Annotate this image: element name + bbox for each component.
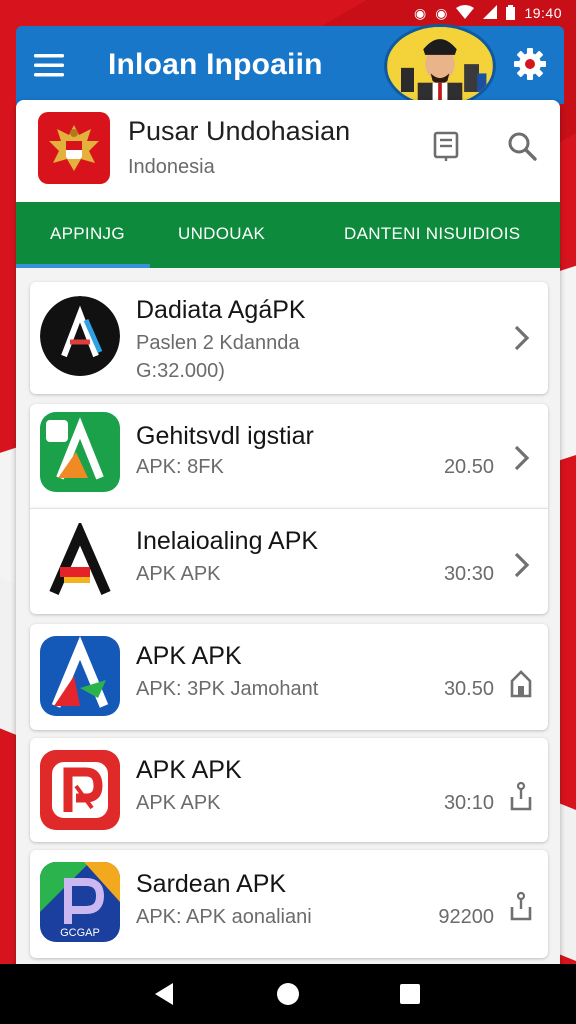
app-desc: APK: 8FK <box>136 456 224 478</box>
red-p-icon <box>40 750 120 830</box>
app-version: 30.50 <box>443 678 494 700</box>
list-item[interactable]: Gehitsvdl igstiar APK: 8FK 20.50 <box>30 404 548 508</box>
gear-icon[interactable] <box>506 40 554 88</box>
notification-icon: ◉ <box>435 5 448 21</box>
app-desc: APK: APK aonaliani <box>136 906 312 928</box>
app-name: Dadiata AgáPK <box>136 296 306 324</box>
tab-undouak[interactable]: UNDOUAK <box>178 224 265 244</box>
app-name: Gehitsvdl igstiar <box>136 422 314 450</box>
list-item[interactable]: APK APK APK: 3PK Jamohant 30.50 <box>30 624 548 730</box>
app-size: G:32.000) <box>136 360 225 382</box>
tab-indicator <box>16 264 150 268</box>
app-desc: Paslen 2 Kdannda <box>136 332 300 354</box>
chevron-right-icon[interactable] <box>506 547 536 583</box>
home-icon[interactable] <box>274 980 302 1008</box>
status-bar: ◉ ◉ 19:40 <box>0 0 576 26</box>
multicolor-p-icon: GCGAP <box>40 862 120 942</box>
chevron-right-icon[interactable] <box>506 440 536 476</box>
page-subtitle: Indonesia <box>128 156 215 178</box>
battery-icon <box>506 4 516 22</box>
app-title: Inloan Inpoaiin <box>108 48 323 81</box>
tab-bar: APPINJG UNDOUAK DANTENI NISUIDIOIS <box>16 202 560 268</box>
back-icon[interactable] <box>150 980 178 1008</box>
clock: 19:40 <box>524 5 562 21</box>
signal-icon <box>483 5 498 21</box>
list-item[interactable]: GCGAP Sardean APK APK: APK aonaliani 922… <box>30 850 548 958</box>
green-a-icon <box>40 412 120 492</box>
chevron-right-icon[interactable] <box>506 320 536 356</box>
system-nav-bar <box>0 964 576 1024</box>
blue-a-icon <box>40 636 120 716</box>
app-desc: APK APK <box>136 563 221 585</box>
user-avatar[interactable] <box>384 24 496 108</box>
list-item[interactable]: Inelaioaling APK APK APK 30:30 <box>30 508 548 614</box>
list-item[interactable]: Dadiata AgáPK Paslen 2 Kdannda G:32.000) <box>30 282 548 394</box>
svg-text:GCGAP: GCGAP <box>60 927 100 939</box>
app-version: 30:10 <box>443 792 494 814</box>
main-panel: Pusar Undohasian Indonesia APPINJG UNDOU… <box>16 100 560 1000</box>
app-version: 30:30 <box>443 563 494 585</box>
app-bar: Inloan Inpoaiin <box>16 24 564 108</box>
hamburger-menu-icon[interactable] <box>16 26 82 104</box>
page-header: Pusar Undohasian Indonesia <box>16 100 560 202</box>
app-desc: APK APK <box>136 792 221 814</box>
install-icon[interactable] <box>506 666 536 702</box>
download-icon[interactable] <box>506 778 536 814</box>
wifi-icon <box>456 5 475 21</box>
tab-appinjg[interactable]: APPINJG <box>50 224 125 244</box>
app-version: 92200 <box>438 906 494 928</box>
black-a-icon <box>40 523 120 603</box>
tab-danteni[interactable]: DANTENI NISUIDIOIS <box>344 224 520 244</box>
list-item[interactable]: APK APK APK APK 30:10 <box>30 738 548 842</box>
app-name: APK APK <box>136 756 242 784</box>
garuda-emblem-icon <box>38 112 110 184</box>
app-name: Inelaioaling APK <box>136 527 319 555</box>
app-name: APK APK <box>136 642 242 670</box>
app-desc: APK: 3PK Jamohant <box>136 678 319 700</box>
page-title: Pusar Undohasian <box>128 116 351 146</box>
document-icon[interactable] <box>426 126 466 166</box>
app-version: 20.50 <box>443 456 494 478</box>
download-icon[interactable] <box>506 888 536 924</box>
notification-icon: ◉ <box>414 5 427 21</box>
recents-icon[interactable] <box>396 980 424 1008</box>
dark-circle-a-icon <box>40 296 120 376</box>
app-name: Sardean APK <box>136 870 287 898</box>
search-icon[interactable] <box>502 126 542 166</box>
